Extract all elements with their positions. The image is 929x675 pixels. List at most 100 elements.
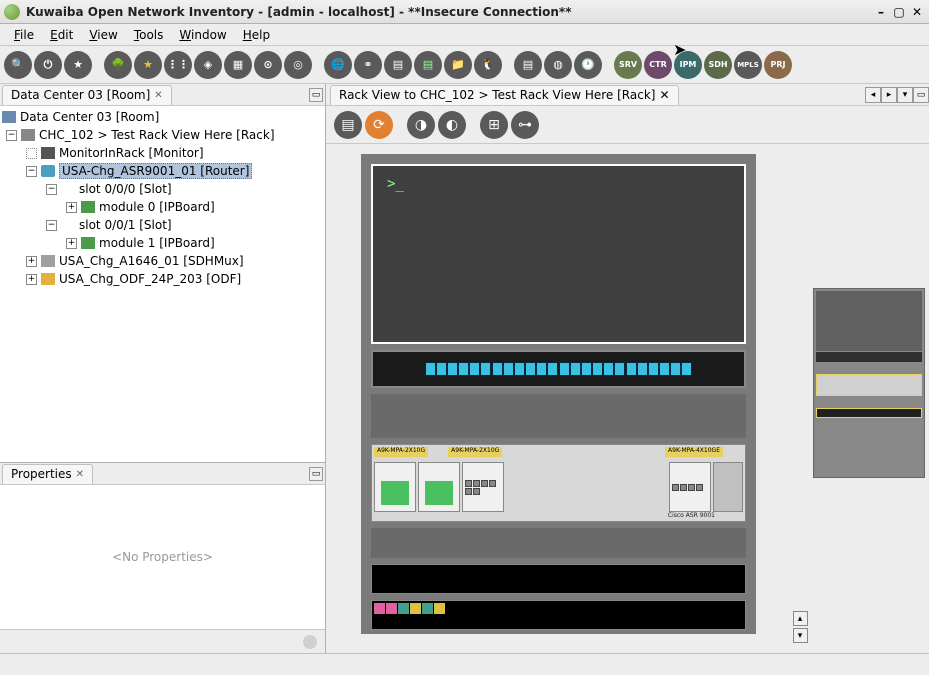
srv-button[interactable]: SRV <box>614 51 642 79</box>
menu-window[interactable]: Window <box>171 26 234 44</box>
doc-icon[interactable]: ▤ <box>514 51 542 79</box>
rack-unit-sdhmux[interactable] <box>371 564 746 594</box>
expand-icon[interactable]: + <box>26 274 37 285</box>
tab-dropdown-button[interactable]: ▾ <box>897 87 913 103</box>
search-icon[interactable]: 🔍 <box>4 51 32 79</box>
tree-router[interactable]: − USA-Chg_ASR9001_01 [Router] <box>0 162 325 180</box>
panel-maximize-button[interactable]: ▭ <box>309 88 323 102</box>
rack-unit-empty <box>371 528 746 558</box>
tree-odf[interactable]: + USA_Chg_ODF_24P_203 [ODF] <box>0 270 325 288</box>
scroll-up-button[interactable]: ▴ <box>793 611 808 626</box>
power-icon[interactable]: ⏻ <box>34 51 62 79</box>
rack-scrollbar[interactable]: ▴ ▾ <box>791 144 809 653</box>
tab-prev-button[interactable]: ◂ <box>865 87 881 103</box>
menu-view[interactable]: View <box>81 26 125 44</box>
link-icon[interactable]: ⚭ <box>354 51 382 79</box>
rack-tool-refresh-icon[interactable]: ⟳ <box>365 111 393 139</box>
expand-icon[interactable]: + <box>66 202 77 213</box>
circle-dots-icon[interactable]: ⊙ <box>254 51 282 79</box>
rack-unit-monitor[interactable] <box>371 164 746 344</box>
navigator-tab-label: Data Center 03 [Room] <box>11 88 150 102</box>
asr-fan <box>713 462 743 512</box>
maximize-button[interactable]: ▢ <box>891 4 907 20</box>
expand-icon[interactable]: + <box>26 256 37 267</box>
close-button[interactable]: ✕ <box>909 4 925 20</box>
sdh-button[interactable]: SDH <box>704 51 732 79</box>
tab-next-button[interactable]: ▸ <box>881 87 897 103</box>
rack-view-tab[interactable]: Rack View to CHC_102 > Test Rack View He… <box>330 85 679 105</box>
collapse-icon[interactable]: − <box>26 166 37 177</box>
chart-icon[interactable]: ◍ <box>544 51 572 79</box>
tree-slot1[interactable]: − slot 0/0/1 [Slot] <box>0 216 325 234</box>
object-tree[interactable]: Data Center 03 [Room] − CHC_102 > Test R… <box>0 106 325 463</box>
board-icon <box>81 237 95 249</box>
status-strip <box>0 629 325 653</box>
diamond-icon[interactable]: ◈ <box>194 51 222 79</box>
list-icon[interactable]: ▤ <box>384 51 412 79</box>
tree-module0[interactable]: + module 0 [IPBoard] <box>0 198 325 216</box>
dots-icon[interactable]: ⋮⋮ <box>164 51 192 79</box>
minimap-panel <box>809 144 929 653</box>
star2-icon[interactable]: ★ <box>134 51 162 79</box>
tree-green-icon[interactable]: 🌳 <box>104 51 132 79</box>
rack-unit-patch-panel[interactable] <box>371 350 746 388</box>
collapse-icon[interactable]: − <box>46 184 57 195</box>
rack-tool-contrast-icon[interactable]: ◐ <box>438 111 466 139</box>
rack-unit-odf[interactable] <box>371 600 746 630</box>
tree-module1[interactable]: + module 1 [IPBoard] <box>0 234 325 252</box>
folder-icon[interactable]: 📁 <box>444 51 472 79</box>
rack-tool-connect-icon[interactable]: ⊶ <box>511 111 539 139</box>
menu-help[interactable]: Help <box>235 26 278 44</box>
clock-icon[interactable]: 🕐 <box>574 51 602 79</box>
leaf-icon <box>26 148 37 159</box>
expand-icon[interactable]: + <box>66 238 77 249</box>
tree-sdhmux[interactable]: + USA_Chg_A1646_01 [SDHMux] <box>0 252 325 270</box>
ipm-button[interactable]: IPM <box>674 51 702 79</box>
navigator-tab[interactable]: Data Center 03 [Room] ✕ <box>2 85 172 105</box>
rack-tool-select-icon[interactable]: ◑ <box>407 111 435 139</box>
collapse-icon[interactable]: − <box>6 130 17 141</box>
asr-module-ports[interactable] <box>462 462 504 512</box>
asr-module-sfp[interactable] <box>669 462 711 512</box>
window-title: Kuwaiba Open Network Inventory - [admin … <box>26 5 871 19</box>
tree-root[interactable]: Data Center 03 [Room] <box>0 108 325 126</box>
rack-tool-grid-icon[interactable]: ⊞ <box>480 111 508 139</box>
penguin-icon[interactable]: 🐧 <box>474 51 502 79</box>
minimize-button[interactable]: – <box>873 4 889 20</box>
collapse-icon[interactable]: − <box>46 220 57 231</box>
tree-monitor[interactable]: MonitorInRack [Monitor] <box>0 144 325 162</box>
main-toolbar: 🔍 ⏻ ★ 🌳 ★ ⋮⋮ ◈ ▦ ⊙ ◎ 🌐 ⚭ ▤ ▤ 📁 🐧 ▤ ◍ 🕐 S… <box>0 46 929 84</box>
menu-tools[interactable]: Tools <box>126 26 172 44</box>
asr-module-0[interactable] <box>374 462 416 512</box>
prj-button[interactable]: PRJ <box>764 51 792 79</box>
list2-icon[interactable]: ▤ <box>414 51 442 79</box>
menu-edit[interactable]: Edit <box>42 26 81 44</box>
navigator-tab-close-icon[interactable]: ✕ <box>154 90 162 101</box>
rack-toolbar: ▤ ⟳ ◑ ◐ ⊞ ⊶ <box>326 106 929 144</box>
properties-maximize-button[interactable]: ▭ <box>309 467 323 481</box>
menu-bar: File Edit View Tools Window Help <box>0 24 929 46</box>
star-icon[interactable]: ★ <box>64 51 92 79</box>
ctr-button[interactable]: CTR <box>644 51 672 79</box>
menu-file[interactable]: File <box>6 26 42 44</box>
router-icon <box>41 165 55 177</box>
ring-icon[interactable]: ◎ <box>284 51 312 79</box>
minimap[interactable] <box>813 288 925 478</box>
asr-module-1[interactable] <box>418 462 460 512</box>
globe-icon[interactable]: 🌐 <box>324 51 352 79</box>
tab-maximize-button[interactable]: ▭ <box>913 87 929 103</box>
properties-tab-close-icon[interactable]: ✕ <box>76 469 84 480</box>
rack-tool-list-icon[interactable]: ▤ <box>334 111 362 139</box>
scroll-down-button[interactable]: ▾ <box>793 628 808 643</box>
board-icon <box>81 201 95 213</box>
rack-canvas[interactable]: A9K-MPA-2X10G A9K-MPA-2X10G A9K-MPA-4X10… <box>326 144 791 653</box>
properties-tab[interactable]: Properties ✕ <box>2 464 93 484</box>
rack-unit-asr9001[interactable]: A9K-MPA-2X10G A9K-MPA-2X10G A9K-MPA-4X10… <box>371 444 746 522</box>
tree-rack[interactable]: − CHC_102 > Test Rack View Here [Rack] <box>0 126 325 144</box>
properties-empty-label: <No Properties> <box>0 485 325 629</box>
tree-slot0[interactable]: − slot 0/0/0 [Slot] <box>0 180 325 198</box>
monitor-icon <box>41 147 55 159</box>
rack-view-tab-close-icon[interactable]: ✕ <box>659 88 669 102</box>
mpls-button[interactable]: MPLS <box>734 51 762 79</box>
grid-icon[interactable]: ▦ <box>224 51 252 79</box>
